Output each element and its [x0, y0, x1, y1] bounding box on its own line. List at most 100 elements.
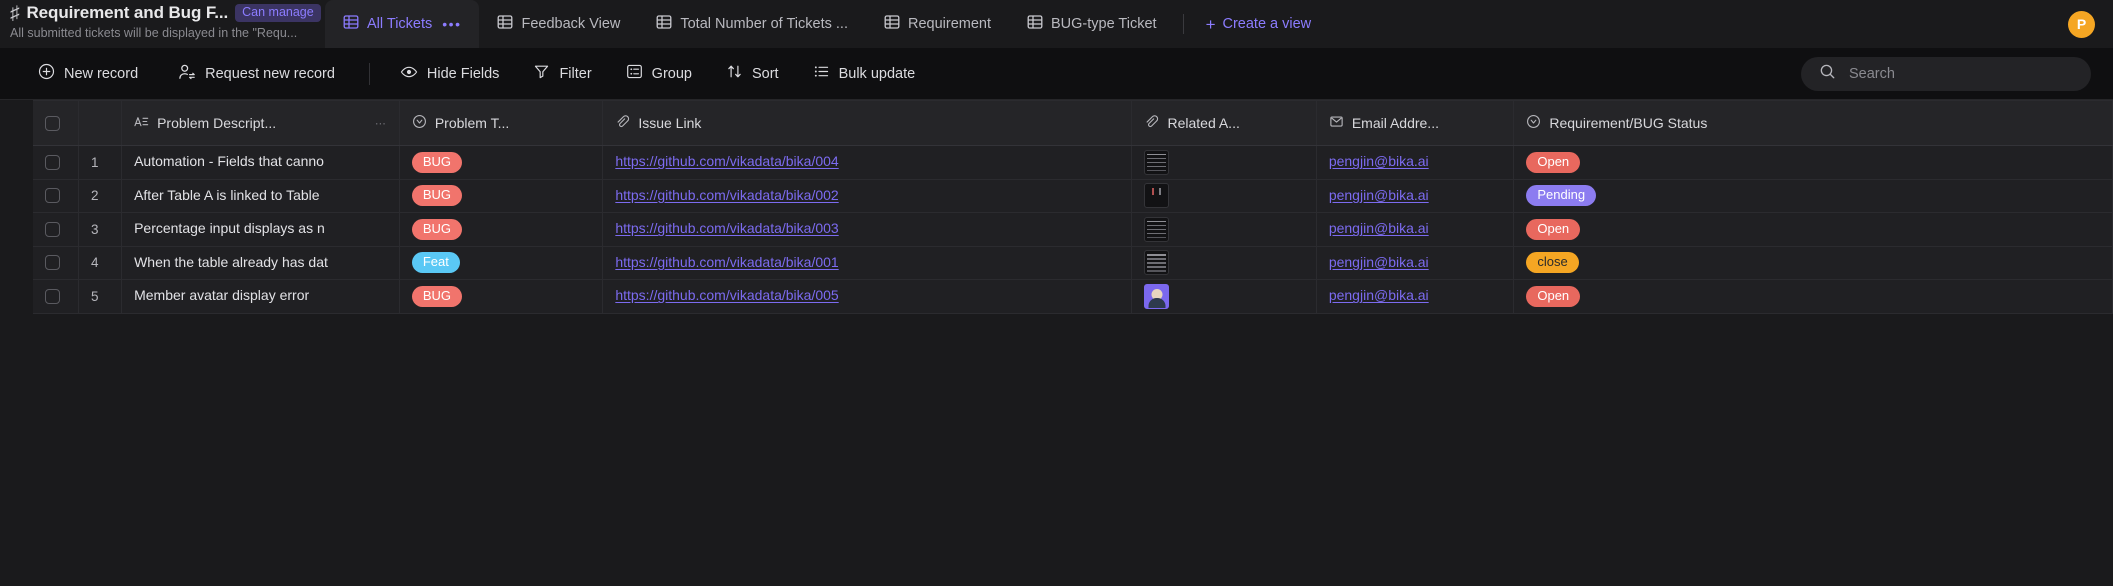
select-all-header[interactable]	[33, 100, 79, 146]
search-input[interactable]	[1849, 65, 2073, 82]
workspace-subtitle: All submitted tickets will be displayed …	[10, 26, 298, 40]
cell-problem-description[interactable]: After Table A is linked to Table	[121, 179, 400, 213]
row-select-cell[interactable]	[33, 246, 79, 280]
column-header-label: Email Addre...	[1351, 115, 1439, 131]
status-badge: BUG	[411, 185, 462, 207]
tab-requirement[interactable]: Requirement	[866, 0, 1009, 48]
permission-badge[interactable]: Can manage	[235, 3, 321, 23]
column-menu-icon[interactable]: ⋯	[375, 117, 387, 130]
cell-issue-link[interactable]: https://github.com/vikadata/bika/001	[602, 246, 1133, 280]
row-checkbox[interactable]	[45, 221, 60, 237]
email-link[interactable]: pengjin@bika.ai	[1329, 220, 1429, 236]
issue-link[interactable]: https://github.com/vikadata/bika/002	[615, 187, 838, 203]
row-checkbox[interactable]	[45, 288, 60, 304]
cell-related-attachment[interactable]	[1131, 212, 1317, 247]
cell-issue-link[interactable]: https://github.com/vikadata/bika/003	[602, 212, 1133, 247]
cell-email-address[interactable]: pengjin@bika.ai	[1316, 179, 1515, 213]
cell-problem-description[interactable]: Automation - Fields that canno	[121, 145, 400, 180]
column-header-label: Issue Link	[638, 115, 702, 131]
top-bar: ♯ Requirement and Bug F... Can manage Al…	[0, 0, 2113, 48]
status-badge: Pending	[1526, 185, 1597, 207]
tab-divider	[1182, 14, 1184, 34]
avatar[interactable]: P	[2068, 10, 2095, 38]
row-checkbox[interactable]	[45, 154, 60, 170]
issue-link[interactable]: https://github.com/vikadata/bika/003	[615, 220, 838, 236]
column-header-problem-description[interactable]: Problem Descript... ⋯	[121, 100, 400, 146]
column-header-email-address[interactable]: Email Addre...	[1316, 100, 1515, 146]
row-checkbox[interactable]	[45, 255, 60, 271]
row-select-cell[interactable]	[33, 145, 79, 180]
email-link[interactable]: pengjin@bika.ai	[1329, 187, 1429, 203]
issue-link[interactable]: https://github.com/vikadata/bika/001	[615, 254, 838, 270]
cell-email-address[interactable]: pengjin@bika.ai	[1316, 246, 1515, 280]
tab-bug-type-ticket[interactable]: BUG-type Ticket	[1009, 0, 1175, 48]
cell-problem-type[interactable]: BUG	[399, 279, 604, 314]
tab-total-number-of-tickets[interactable]: Total Number of Tickets ...	[638, 0, 866, 48]
attachment-thumbnail[interactable]	[1144, 183, 1170, 209]
cell-related-attachment[interactable]	[1131, 145, 1317, 180]
group-button[interactable]: Group	[626, 63, 692, 84]
cell-requirement-bug-status[interactable]: close	[1513, 246, 2113, 280]
cell-issue-link[interactable]: https://github.com/vikadata/bika/005	[602, 279, 1133, 314]
attachment-thumbnail[interactable]	[1144, 283, 1170, 309]
filter-button[interactable]: Filter	[533, 63, 592, 84]
cell-problem-description[interactable]: When the table already has dat	[121, 246, 400, 280]
cell-requirement-bug-status[interactable]: Open	[1513, 279, 2113, 314]
bulk-update-button[interactable]: Bulk update	[813, 63, 915, 84]
cell-email-address[interactable]: pengjin@bika.ai	[1316, 212, 1515, 247]
table-row[interactable]: 4 When the table already has dat Feat ht…	[33, 246, 2113, 280]
sort-button[interactable]: Sort	[726, 63, 779, 84]
cell-requirement-bug-status[interactable]: Open	[1513, 145, 2113, 180]
column-header-related-attachment[interactable]: Related A...	[1131, 100, 1317, 146]
cell-email-address[interactable]: pengjin@bika.ai	[1316, 145, 1515, 180]
column-header-requirement-bug-status[interactable]: Requirement/BUG Status	[1513, 100, 2113, 146]
grid-icon	[656, 14, 672, 34]
cell-problem-type[interactable]: BUG	[399, 212, 604, 247]
column-header-issue-link[interactable]: Issue Link	[602, 100, 1133, 146]
create-view-button[interactable]: + Create a view	[1192, 0, 1326, 48]
cell-related-attachment[interactable]	[1131, 246, 1317, 280]
table-row[interactable]: 1 Automation - Fields that canno BUG htt…	[33, 145, 2113, 180]
cell-problem-type[interactable]: BUG	[399, 145, 604, 180]
cell-email-address[interactable]: pengjin@bika.ai	[1316, 279, 1515, 314]
request-new-record-button[interactable]: Request new record	[178, 63, 335, 85]
tab-all-tickets[interactable]: All Tickets •••	[325, 0, 480, 48]
row-select-cell[interactable]	[33, 279, 79, 314]
email-link[interactable]: pengjin@bika.ai	[1329, 254, 1429, 270]
cell-related-attachment[interactable]	[1131, 279, 1317, 314]
status-badge: BUG	[411, 151, 462, 173]
row-checkbox[interactable]	[45, 188, 60, 204]
table-row[interactable]: 5 Member avatar display error BUG https:…	[33, 279, 2113, 314]
attachment-icon	[1144, 114, 1159, 132]
email-link[interactable]: pengjin@bika.ai	[1329, 287, 1429, 303]
cell-requirement-bug-status[interactable]: Pending	[1513, 179, 2113, 213]
cell-problem-description[interactable]: Percentage input displays as n	[121, 212, 400, 247]
table-row[interactable]: 3 Percentage input displays as n BUG htt…	[33, 212, 2113, 247]
attachment-thumbnail[interactable]	[1144, 216, 1170, 242]
cell-issue-link[interactable]: https://github.com/vikadata/bika/002	[602, 179, 1133, 213]
cell-requirement-bug-status[interactable]: Open	[1513, 212, 2113, 247]
cell-problem-type[interactable]: Feat	[399, 246, 604, 280]
row-select-cell[interactable]	[33, 212, 79, 247]
row-select-cell[interactable]	[33, 179, 79, 213]
attachment-thumbnail[interactable]	[1144, 149, 1170, 175]
issue-link[interactable]: https://github.com/vikadata/bika/005	[615, 287, 838, 303]
select-all-checkbox[interactable]	[45, 115, 60, 131]
cell-problem-description[interactable]: Member avatar display error	[121, 279, 400, 314]
cell-issue-link[interactable]: https://github.com/vikadata/bika/004	[602, 145, 1133, 180]
tab-more-icon[interactable]: •••	[442, 16, 461, 32]
status-badge: Open	[1526, 285, 1581, 307]
table-row[interactable]: 2 After Table A is linked to Table BUG h…	[33, 179, 2113, 213]
hide-fields-button[interactable]: Hide Fields	[400, 63, 499, 85]
single-select-icon	[412, 114, 427, 132]
new-record-button[interactable]: New record	[38, 63, 138, 84]
email-link[interactable]: pengjin@bika.ai	[1329, 153, 1429, 169]
attachment-thumbnail[interactable]	[1144, 250, 1170, 276]
tab-feedback-view[interactable]: Feedback View	[479, 0, 638, 48]
cell-related-attachment[interactable]	[1131, 179, 1317, 213]
search-box[interactable]	[1801, 56, 2091, 91]
issue-link[interactable]: https://github.com/vikadata/bika/004	[615, 153, 838, 169]
cell-problem-type[interactable]: BUG	[399, 179, 604, 213]
column-header-problem-type[interactable]: Problem T...	[399, 100, 604, 146]
list-icon	[813, 63, 830, 84]
